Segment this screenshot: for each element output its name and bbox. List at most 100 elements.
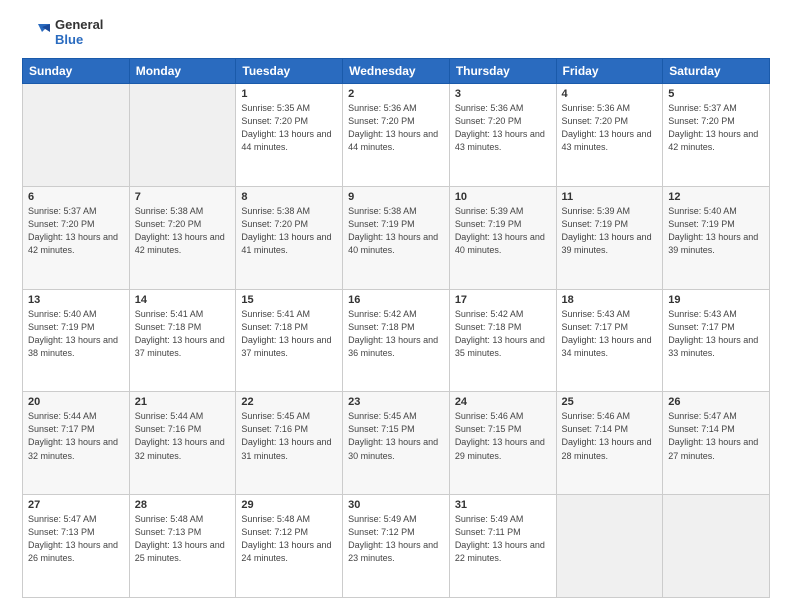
logo-blue-text: Blue (55, 33, 103, 48)
day-cell: 9 Sunrise: 5:38 AM Sunset: 7:19 PM Daylig… (343, 186, 450, 289)
day-cell: 24Sunrise: 5:46 AM Sunset: 7:15 PM Dayli… (449, 392, 556, 495)
day-number: 3 (455, 88, 551, 100)
day-cell: 4 Sunrise: 5:36 AM Sunset: 7:20 PM Daylig… (556, 84, 663, 187)
day-info: Sunrise: 5:38 AM Sunset: 7:20 PM Dayligh… (241, 205, 337, 257)
day-number: 14 (135, 294, 231, 306)
col-header-friday: Friday (556, 59, 663, 84)
day-number: 31 (455, 499, 551, 511)
day-cell: 10 Sunrise: 5:39 AM Sunset: 7:19 PM Dayli… (449, 186, 556, 289)
day-number: 5 (668, 88, 764, 100)
day-number: 8 (241, 191, 337, 203)
day-cell: 27 Sunrise: 5:47 AM Sunset: 7:13 PM Dayli… (23, 495, 130, 598)
day-cell: 14 Sunrise: 5:41 AM Sunset: 7:18 PM Dayli… (129, 289, 236, 392)
col-header-tuesday: Tuesday (236, 59, 343, 84)
logo-general-text: General (55, 18, 103, 33)
day-number: 4 (562, 88, 658, 100)
day-cell: 30 Sunrise: 5:49 AM Sunset: 7:12 PM Dayli… (343, 495, 450, 598)
day-number: 10 (455, 191, 551, 203)
day-number: 12 (668, 191, 764, 203)
col-header-saturday: Saturday (663, 59, 770, 84)
day-number: 30 (348, 499, 444, 511)
day-number: 18 (562, 294, 658, 306)
day-cell: 17 Sunrise: 5:42 AM Sunset: 7:18 PM Dayli… (449, 289, 556, 392)
day-cell: 8 Sunrise: 5:38 AM Sunset: 7:20 PM Daylig… (236, 186, 343, 289)
week-row-2: 6 Sunrise: 5:37 AM Sunset: 7:20 PM Daylig… (23, 186, 770, 289)
day-number: 19 (668, 294, 764, 306)
day-info: Sunrise: 5:35 AM Sunset: 7:20 PM Dayligh… (241, 102, 337, 154)
day-number: 17 (455, 294, 551, 306)
day-cell: 11 Sunrise: 5:39 AM Sunset: 7:19 PM Dayli… (556, 186, 663, 289)
day-cell: 3Sunrise: 5:36 AM Sunset: 7:20 PM Daylig… (449, 84, 556, 187)
day-info: Sunrise: 5:41 AM Sunset: 7:18 PM Dayligh… (135, 308, 231, 360)
week-row-4: 20 Sunrise: 5:44 AM Sunset: 7:17 PM Dayli… (23, 392, 770, 495)
week-row-5: 27 Sunrise: 5:47 AM Sunset: 7:13 PM Dayli… (23, 495, 770, 598)
day-cell: 22 Sunrise: 5:45 AM Sunset: 7:16 PM Dayli… (236, 392, 343, 495)
day-number: 25 (562, 396, 658, 408)
day-info: Sunrise: 5:46 AM Sunset: 7:15 PM Dayligh… (455, 410, 551, 462)
day-cell: 1Sunrise: 5:35 AM Sunset: 7:20 PM Daylig… (236, 84, 343, 187)
week-row-3: 13Sunrise: 5:40 AM Sunset: 7:19 PM Dayli… (23, 289, 770, 392)
day-info: Sunrise: 5:46 AM Sunset: 7:14 PM Dayligh… (562, 410, 658, 462)
day-cell: 6 Sunrise: 5:37 AM Sunset: 7:20 PM Daylig… (23, 186, 130, 289)
day-number: 15 (241, 294, 337, 306)
day-info: Sunrise: 5:42 AM Sunset: 7:18 PM Dayligh… (348, 308, 444, 360)
day-number: 11 (562, 191, 658, 203)
day-cell (556, 495, 663, 598)
day-number: 21 (135, 396, 231, 408)
week-row-1: 1Sunrise: 5:35 AM Sunset: 7:20 PM Daylig… (23, 84, 770, 187)
day-number: 9 (348, 191, 444, 203)
day-info: Sunrise: 5:49 AM Sunset: 7:12 PM Dayligh… (348, 513, 444, 565)
day-info: Sunrise: 5:45 AM Sunset: 7:15 PM Dayligh… (348, 410, 444, 462)
day-number: 6 (28, 191, 124, 203)
col-header-wednesday: Wednesday (343, 59, 450, 84)
day-number: 16 (348, 294, 444, 306)
day-cell: 31 Sunrise: 5:49 AM Sunset: 7:11 PM Dayli… (449, 495, 556, 598)
day-cell: 2 Sunrise: 5:36 AM Sunset: 7:20 PM Daylig… (343, 84, 450, 187)
day-info: Sunrise: 5:45 AM Sunset: 7:16 PM Dayligh… (241, 410, 337, 462)
day-cell: 25 Sunrise: 5:46 AM Sunset: 7:14 PM Dayli… (556, 392, 663, 495)
day-info: Sunrise: 5:44 AM Sunset: 7:17 PM Dayligh… (28, 410, 124, 462)
day-cell: 23 Sunrise: 5:45 AM Sunset: 7:15 PM Dayli… (343, 392, 450, 495)
day-info: Sunrise: 5:39 AM Sunset: 7:19 PM Dayligh… (455, 205, 551, 257)
day-info: Sunrise: 5:47 AM Sunset: 7:13 PM Dayligh… (28, 513, 124, 565)
day-info: Sunrise: 5:38 AM Sunset: 7:20 PM Dayligh… (135, 205, 231, 257)
day-number: 26 (668, 396, 764, 408)
day-number: 13 (28, 294, 124, 306)
day-info: Sunrise: 5:38 AM Sunset: 7:19 PM Dayligh… (348, 205, 444, 257)
day-cell: 13Sunrise: 5:40 AM Sunset: 7:19 PM Dayli… (23, 289, 130, 392)
col-header-monday: Monday (129, 59, 236, 84)
day-info: Sunrise: 5:43 AM Sunset: 7:17 PM Dayligh… (562, 308, 658, 360)
day-info: Sunrise: 5:44 AM Sunset: 7:16 PM Dayligh… (135, 410, 231, 462)
day-info: Sunrise: 5:39 AM Sunset: 7:19 PM Dayligh… (562, 205, 658, 257)
day-cell (129, 84, 236, 187)
day-cell: 12Sunrise: 5:40 AM Sunset: 7:19 PM Dayli… (663, 186, 770, 289)
day-number: 2 (348, 88, 444, 100)
day-info: Sunrise: 5:36 AM Sunset: 7:20 PM Dayligh… (348, 102, 444, 154)
col-header-thursday: Thursday (449, 59, 556, 84)
day-number: 28 (135, 499, 231, 511)
day-number: 23 (348, 396, 444, 408)
day-info: Sunrise: 5:42 AM Sunset: 7:18 PM Dayligh… (455, 308, 551, 360)
day-info: Sunrise: 5:37 AM Sunset: 7:20 PM Dayligh… (28, 205, 124, 257)
day-cell: 7 Sunrise: 5:38 AM Sunset: 7:20 PM Daylig… (129, 186, 236, 289)
day-cell: 26 Sunrise: 5:47 AM Sunset: 7:14 PM Dayli… (663, 392, 770, 495)
col-header-sunday: Sunday (23, 59, 130, 84)
day-cell (663, 495, 770, 598)
logo: General Blue (22, 18, 103, 48)
day-cell: 15Sunrise: 5:41 AM Sunset: 7:18 PM Dayli… (236, 289, 343, 392)
day-number: 20 (28, 396, 124, 408)
day-info: Sunrise: 5:48 AM Sunset: 7:12 PM Dayligh… (241, 513, 337, 565)
day-cell (23, 84, 130, 187)
day-info: Sunrise: 5:36 AM Sunset: 7:20 PM Dayligh… (562, 102, 658, 154)
page-header: General Blue (22, 18, 770, 48)
logo-bird-icon (22, 18, 52, 48)
day-cell: 20 Sunrise: 5:44 AM Sunset: 7:17 PM Dayli… (23, 392, 130, 495)
day-info: Sunrise: 5:49 AM Sunset: 7:11 PM Dayligh… (455, 513, 551, 565)
day-number: 29 (241, 499, 337, 511)
day-number: 27 (28, 499, 124, 511)
day-info: Sunrise: 5:47 AM Sunset: 7:14 PM Dayligh… (668, 410, 764, 462)
day-number: 7 (135, 191, 231, 203)
day-cell: 19Sunrise: 5:43 AM Sunset: 7:17 PM Dayli… (663, 289, 770, 392)
day-cell: 16 Sunrise: 5:42 AM Sunset: 7:18 PM Dayli… (343, 289, 450, 392)
day-number: 22 (241, 396, 337, 408)
